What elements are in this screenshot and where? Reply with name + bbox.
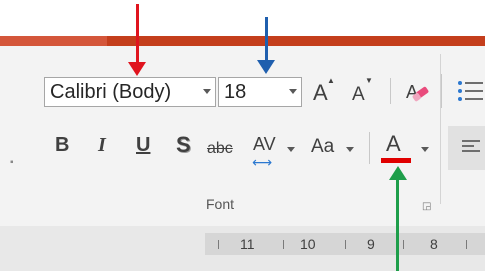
red-annotation-arrow	[136, 4, 139, 66]
ruler-tick	[466, 240, 467, 249]
blue-annotation-arrow	[265, 17, 268, 64]
grow-font-icon: A	[313, 80, 328, 105]
bullets-button[interactable]	[454, 78, 484, 104]
eraser-icon: A	[406, 82, 429, 102]
chevron-down-icon[interactable]	[289, 89, 297, 94]
text-shadow-button[interactable]: S	[176, 132, 191, 158]
align-left-icon	[462, 140, 480, 156]
font-size-value: 18	[224, 81, 247, 103]
green-arrow-head	[389, 166, 407, 180]
red-arrow-head	[128, 62, 146, 76]
shrink-arrow-icon: ▼	[365, 76, 373, 85]
separator	[390, 78, 391, 104]
shrink-font-button[interactable]: A	[352, 84, 365, 106]
chevron-down-icon[interactable]	[346, 147, 354, 152]
spacing-arrow-icon: ⟷	[252, 154, 273, 170]
character-spacing-button[interactable]: AV	[253, 134, 276, 155]
font-name-dropdown[interactable]: Calibri (Body)	[44, 77, 216, 107]
bulleted-list-icon	[458, 81, 483, 101]
ruler-number: 10	[300, 236, 316, 252]
ruler-number: 11	[240, 236, 255, 252]
clear-formatting-button[interactable]: A	[403, 78, 431, 106]
chevron-down-icon[interactable]	[287, 147, 295, 152]
green-annotation-arrow	[396, 180, 399, 271]
shrink-font-icon: A	[352, 84, 365, 105]
ribbon-panel	[0, 46, 485, 226]
blue-arrow-head	[257, 60, 275, 74]
separator	[441, 74, 442, 108]
strikethrough-button[interactable]: abc	[207, 140, 233, 158]
collapsed-group-marker: ▪	[10, 157, 14, 168]
italic-button[interactable]: I	[98, 134, 106, 157]
font-color-button[interactable]: A	[386, 131, 401, 157]
grow-font-button[interactable]: A	[313, 80, 328, 106]
ruler-tick	[345, 240, 346, 249]
ribbon-accent-shade	[0, 36, 107, 46]
dialog-launcher-icon[interactable]: ◲	[422, 201, 431, 212]
chevron-down-icon[interactable]	[203, 89, 211, 94]
font-name-value: Calibri (Body)	[50, 81, 172, 103]
ruler-tick	[283, 240, 284, 249]
bold-button[interactable]: B	[55, 134, 69, 157]
font-size-dropdown[interactable]: 18	[218, 77, 302, 107]
ruler-tick	[403, 240, 404, 249]
ruler-tick	[218, 240, 219, 249]
font-color-swatch	[381, 158, 411, 163]
grow-arrow-icon: ▲	[327, 76, 335, 85]
font-group-label: Font	[206, 196, 235, 212]
ruler-number: 9	[367, 236, 375, 252]
separator	[369, 132, 370, 164]
ribbon-accent-bar	[0, 36, 485, 46]
chevron-down-icon[interactable]	[421, 147, 429, 152]
ruler-number: 8	[430, 236, 438, 252]
change-case-button[interactable]: Aa	[311, 136, 334, 158]
underline-button[interactable]: U	[136, 134, 150, 157]
